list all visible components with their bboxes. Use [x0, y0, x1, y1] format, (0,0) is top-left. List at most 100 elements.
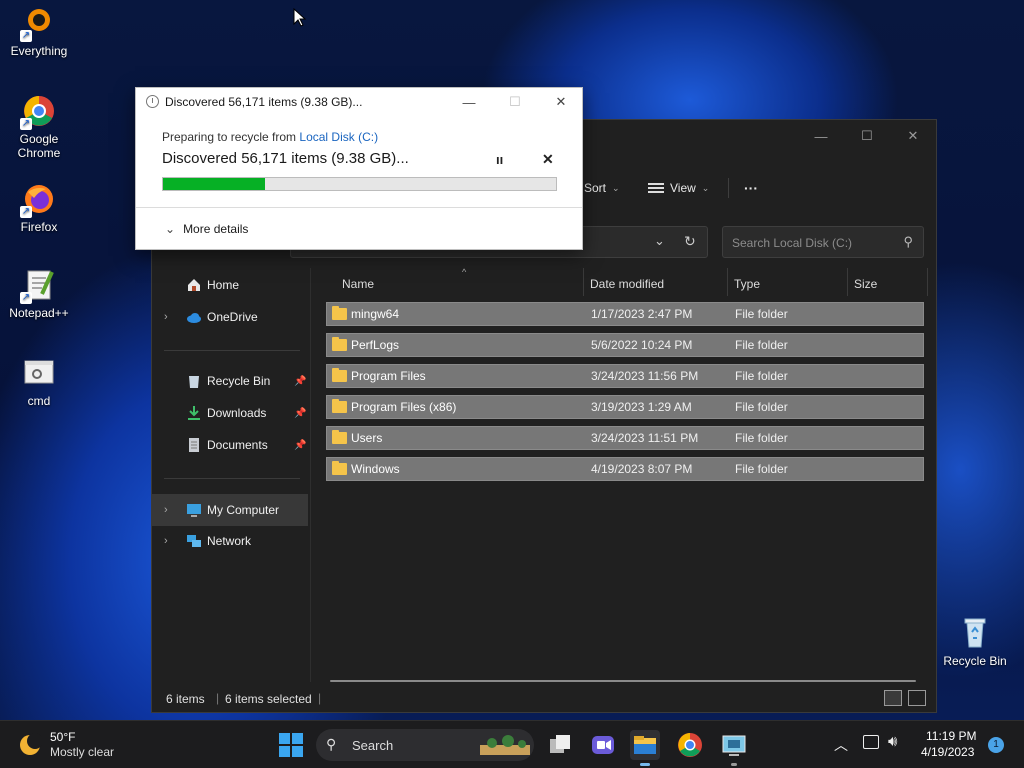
details-view-icon[interactable]: [884, 690, 902, 706]
nav-item-my-computer[interactable]: › My Computer: [152, 494, 308, 526]
pin-icon[interactable]: 📌: [294, 408, 306, 419]
nav-item-home[interactable]: Home: [152, 270, 308, 300]
weather-description: Mostly clear: [50, 745, 115, 759]
weather-widget[interactable]: 50°F Mostly clear: [14, 727, 124, 763]
row-name: Program Files: [351, 369, 426, 383]
close-button[interactable]: ✕: [890, 120, 936, 152]
desktop-icon-label: Google Chrome: [17, 132, 61, 160]
chevron-right-icon[interactable]: ›: [164, 311, 168, 323]
active-app-indicator: [640, 763, 650, 766]
chevron-down-icon: ⌄: [165, 222, 176, 236]
status-bar: 6 items | 6 items selected |: [152, 686, 936, 712]
notification-badge[interactable]: 1: [988, 737, 1004, 753]
start-button[interactable]: [276, 730, 306, 760]
column-header-type[interactable]: Type: [728, 268, 848, 296]
chevron-down-icon: ⌄: [701, 182, 710, 193]
more-details-toggle[interactable]: ⌄ More details: [165, 222, 248, 236]
search-icon: ⚲: [326, 736, 337, 752]
search-placeholder: Search Local Disk (C:): [732, 236, 853, 250]
nav-item-documents[interactable]: Documents 📌: [152, 430, 308, 460]
home-icon: [188, 279, 200, 291]
notepad-plus-plus-icon: ↗: [20, 268, 56, 304]
refresh-icon[interactable]: ↻: [684, 233, 696, 250]
maximize-button[interactable]: ☐: [844, 120, 890, 152]
pin-icon[interactable]: 📌: [294, 440, 306, 451]
chevron-down-icon[interactable]: ⌄: [654, 233, 665, 249]
folder-icon: [332, 461, 347, 475]
chat-icon: [592, 736, 614, 754]
mouse-cursor-icon: [293, 8, 307, 27]
table-row[interactable]: mingw64 1/17/2023 2:47 PM File folder: [326, 302, 924, 326]
file-list: Name ^ Date modified Type Size mingw64 1/…: [326, 267, 928, 682]
column-header-size[interactable]: Size: [848, 268, 928, 296]
weather-temperature: 50°F: [50, 730, 76, 744]
pause-button[interactable]: ıı: [496, 152, 503, 167]
navigation-pane: Home › OneDrive Recycle Bin 📌 Downloads …: [152, 268, 310, 690]
sort-button[interactable]: Sort ⌄: [584, 172, 620, 204]
status-separator: |: [318, 691, 322, 705]
desktop-icon-recycle-bin[interactable]: Recycle Bin: [938, 616, 1012, 668]
horizontal-scrollbar[interactable]: [330, 680, 916, 682]
desktop-icon-everything[interactable]: ↗ Everything: [2, 6, 76, 58]
windows-logo-icon: [279, 733, 303, 757]
source-link[interactable]: Local Disk (C:): [299, 130, 378, 144]
row-type: File folder: [735, 400, 788, 414]
nav-item-network[interactable]: › Network: [152, 526, 308, 556]
search-box[interactable]: Search Local Disk (C:) ⚲: [722, 226, 924, 258]
onedrive-icon: [187, 313, 201, 323]
remote-desktop-icon: [722, 735, 746, 756]
shortcut-arrow-icon: ↗: [20, 206, 32, 218]
view-button[interactable]: View ⌄: [648, 172, 709, 204]
table-row[interactable]: Windows 4/19/2023 8:07 PM File folder: [326, 457, 924, 481]
volume-icon[interactable]: 🔊︎: [888, 733, 897, 750]
chevron-right-icon[interactable]: ›: [164, 504, 168, 516]
network-status-icon[interactable]: [863, 735, 879, 749]
nav-label: My Computer: [207, 503, 280, 517]
show-hidden-icons-button[interactable]: ︿: [834, 735, 848, 755]
chrome-taskbar-button[interactable]: [675, 730, 705, 760]
nav-item-recycle-bin[interactable]: Recycle Bin 📌: [152, 366, 308, 396]
column-label: Size: [854, 277, 878, 291]
dialog-close-button[interactable]: ✕: [538, 88, 584, 116]
teams-chat-button[interactable]: [588, 730, 618, 760]
row-name: Users: [351, 431, 383, 445]
pin-icon[interactable]: 📌: [294, 376, 306, 387]
task-view-button[interactable]: [545, 730, 575, 760]
desktop-icon-notepad-plus-plus[interactable]: ↗ Notepad++: [2, 268, 76, 320]
clock-date[interactable]: 4/19/2023: [921, 745, 974, 759]
table-row[interactable]: PerfLogs 5/6/2022 10:24 PM File folder: [326, 333, 924, 357]
table-row[interactable]: Users 3/24/2023 11:51 PM File folder: [326, 426, 924, 450]
recycle-progress-dialog[interactable]: Discovered 56,171 items (9.38 GB)... — ☐…: [135, 87, 583, 250]
nav-label: Downloads: [207, 406, 267, 420]
chevron-right-icon[interactable]: ›: [164, 535, 168, 547]
nav-label: Documents: [207, 438, 268, 452]
tiles-view-icon[interactable]: [908, 690, 926, 706]
table-row[interactable]: Program Files 3/24/2023 11:56 PM File fold…: [326, 364, 924, 388]
network-icon: [187, 535, 201, 547]
nav-item-downloads[interactable]: Downloads 📌: [152, 398, 308, 428]
nav-divider: [164, 478, 300, 479]
status-selected-count: 6 items selected: [225, 692, 312, 706]
clock-time[interactable]: 11:19 PM: [926, 729, 976, 743]
remote-desktop-taskbar-button[interactable]: [719, 730, 749, 766]
row-date: 3/19/2023 1:29 AM: [591, 400, 692, 414]
desktop-icon-chrome[interactable]: ↗ Google Chrome: [2, 94, 76, 160]
folder-icon: [332, 430, 347, 444]
row-name: Program Files (x86): [351, 400, 457, 414]
dialog-minimize-button[interactable]: —: [446, 88, 492, 116]
pane-splitter[interactable]: [310, 268, 311, 682]
folder-icon: [332, 368, 347, 382]
desktop-icon-firefox[interactable]: ↗ Firefox: [2, 182, 76, 234]
taskbar-search[interactable]: ⚲ Search: [316, 729, 534, 761]
minimize-button[interactable]: —: [798, 120, 844, 152]
cancel-button[interactable]: ✕: [542, 151, 554, 168]
column-header-name[interactable]: Name ^: [336, 267, 584, 296]
file-explorer-taskbar-button[interactable]: [630, 730, 660, 766]
column-header-date[interactable]: Date modified: [584, 268, 728, 296]
see-more-button[interactable]: ···: [744, 172, 758, 204]
table-row[interactable]: Program Files (x86) 3/19/2023 1:29 AM File…: [326, 395, 924, 419]
nav-item-onedrive[interactable]: › OneDrive: [152, 302, 308, 332]
desktop-icon-cmd[interactable]: cmd: [2, 356, 76, 408]
dialog-maximize-button: ☐: [509, 94, 521, 109]
row-date: 5/6/2022 10:24 PM: [591, 338, 693, 352]
